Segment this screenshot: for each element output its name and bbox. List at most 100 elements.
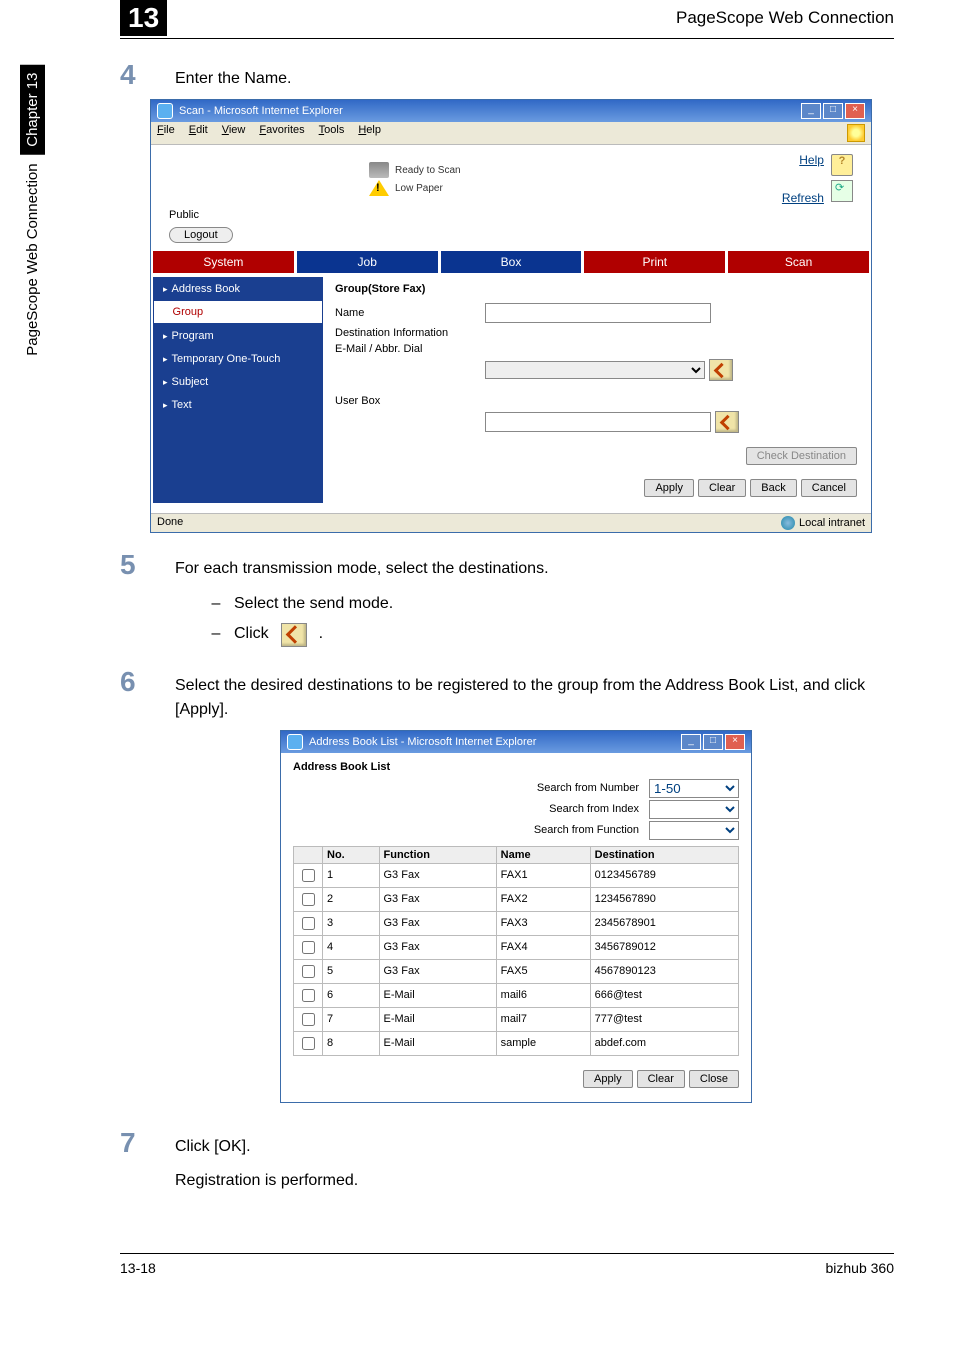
menu-help[interactable]: Help — [358, 124, 381, 142]
cell-no: 5 — [323, 959, 380, 983]
row-checkbox[interactable] — [302, 1013, 315, 1026]
cell-destination: abdef.com — [590, 1031, 738, 1055]
col-function: Function — [379, 846, 496, 863]
table-row: 2G3 FaxFAX21234567890 — [294, 887, 739, 911]
check-destination-button[interactable]: Check Destination — [746, 447, 857, 465]
row-checkbox[interactable] — [302, 1037, 315, 1050]
cell-destination: 3456789012 — [590, 935, 738, 959]
page-footer: 13-18 bizhub 360 — [120, 1253, 894, 1276]
mode-label: Public — [151, 207, 871, 223]
step-text: Select the desired destinations to be re… — [175, 666, 894, 722]
nav-temporary[interactable]: Temporary One-Touch — [153, 347, 323, 370]
step5-sub2-pre: Click — [234, 619, 269, 649]
tab-box[interactable]: Box — [441, 251, 582, 273]
cell-name: FAX5 — [496, 959, 590, 983]
row-checkbox[interactable] — [302, 989, 315, 1002]
page-title: PageScope Web Connection — [676, 8, 894, 28]
ie-icon — [287, 734, 303, 750]
menu-tools[interactable]: Tools — [319, 124, 345, 142]
menu-bar: File Edit View Favorites Tools Help — [151, 122, 871, 145]
row-checkbox[interactable] — [302, 893, 315, 906]
dialog-apply-button[interactable]: Apply — [583, 1070, 633, 1088]
row-checkbox[interactable] — [302, 869, 315, 882]
tab-scan[interactable]: Scan — [728, 251, 869, 273]
close-button[interactable]: × — [725, 734, 745, 750]
col-no: No. — [323, 846, 380, 863]
refresh-link[interactable]: Refresh — [782, 191, 824, 205]
search-index-select[interactable] — [649, 800, 739, 819]
step-number: 6 — [120, 666, 150, 722]
row-checkbox[interactable] — [302, 917, 315, 930]
clear-button[interactable]: Clear — [698, 479, 746, 497]
cell-no: 1 — [323, 863, 380, 887]
logout-button[interactable]: Logout — [169, 227, 233, 243]
menu-file[interactable]: File — [157, 124, 175, 142]
nav-text[interactable]: Text — [153, 393, 323, 416]
search-function-select[interactable] — [649, 821, 739, 840]
maximize-button[interactable]: □ — [703, 734, 723, 750]
dialog-clear-button[interactable]: Clear — [637, 1070, 685, 1088]
minimize-button[interactable]: _ — [681, 734, 701, 750]
step-number: 5 — [120, 549, 150, 581]
step-7: 7 Click [OK]. Registration is performed. — [120, 1127, 894, 1193]
dialog-heading: Address Book List — [293, 761, 739, 773]
row-checkbox[interactable] — [302, 965, 315, 978]
table-row: 1G3 FaxFAX10123456789 — [294, 863, 739, 887]
close-button[interactable]: × — [845, 103, 865, 119]
table-row: 5G3 FaxFAX54567890123 — [294, 959, 739, 983]
cancel-button[interactable]: Cancel — [801, 479, 857, 497]
address-picker-icon[interactable] — [709, 359, 733, 381]
menu-edit[interactable]: Edit — [189, 124, 208, 142]
back-button[interactable]: Back — [750, 479, 796, 497]
cell-name: sample — [496, 1031, 590, 1055]
menu-view[interactable]: View — [222, 124, 246, 142]
search-number-select[interactable]: 1-50 — [649, 779, 739, 798]
nav-group[interactable]: Group — [153, 300, 323, 324]
userbox-label: User Box — [335, 395, 485, 407]
row-checkbox[interactable] — [302, 941, 315, 954]
cell-destination: 666@test — [590, 983, 738, 1007]
dialog-close-button[interactable]: Close — [689, 1070, 739, 1088]
maximize-button[interactable]: □ — [823, 103, 843, 119]
cell-destination: 777@test — [590, 1007, 738, 1031]
cell-destination: 4567890123 — [590, 959, 738, 983]
search-number-label: Search from Number — [537, 782, 639, 794]
apply-button[interactable]: Apply — [644, 479, 694, 497]
cell-name: FAX3 — [496, 911, 590, 935]
browser-window: Scan - Microsoft Internet Explorer _ □ ×… — [150, 99, 872, 533]
nav-subject[interactable]: Subject — [153, 370, 323, 393]
bullet-dash: – — [210, 619, 222, 649]
cell-no: 6 — [323, 983, 380, 1007]
menu-favorites[interactable]: Favorites — [259, 124, 304, 142]
table-row: 8E-Mailsampleabdef.com — [294, 1031, 739, 1055]
refresh-icon[interactable] — [831, 180, 853, 202]
userbox-picker-icon[interactable] — [715, 411, 739, 433]
nav-program[interactable]: Program — [153, 324, 323, 347]
search-index-label: Search from Index — [549, 803, 639, 815]
step-5: 5 For each transmission mode, select the… — [120, 549, 894, 581]
cell-function: E-Mail — [379, 1007, 496, 1031]
cell-name: mail7 — [496, 1007, 590, 1031]
cell-destination: 2345678901 — [590, 911, 738, 935]
panel-title: Group(Store Fax) — [335, 283, 857, 295]
side-tab: PageScope Web Connection Chapter 13 — [20, 55, 52, 360]
address-picker-icon — [281, 623, 307, 647]
mode-select[interactable] — [485, 361, 705, 379]
tab-system[interactable]: System — [153, 251, 294, 273]
minimize-button[interactable]: _ — [801, 103, 821, 119]
nav-addressbook[interactable]: Address Book — [153, 277, 323, 300]
cell-function: G3 Fax — [379, 887, 496, 911]
name-input[interactable] — [485, 303, 711, 323]
step7-text2: Registration is performed. — [175, 1169, 358, 1193]
tab-job[interactable]: Job — [297, 251, 438, 273]
userbox-input[interactable] — [485, 412, 711, 432]
help-icon[interactable]: ? — [831, 154, 853, 176]
step5-sub1: Select the send mode. — [234, 589, 393, 619]
table-row: 4G3 FaxFAX43456789012 — [294, 935, 739, 959]
help-link[interactable]: Help — [799, 153, 824, 167]
zone-icon — [781, 516, 795, 530]
ie-throbber-icon — [847, 124, 865, 142]
tab-print[interactable]: Print — [584, 251, 725, 273]
ie-icon — [157, 103, 173, 119]
status-ready: Ready to Scan — [395, 165, 461, 176]
